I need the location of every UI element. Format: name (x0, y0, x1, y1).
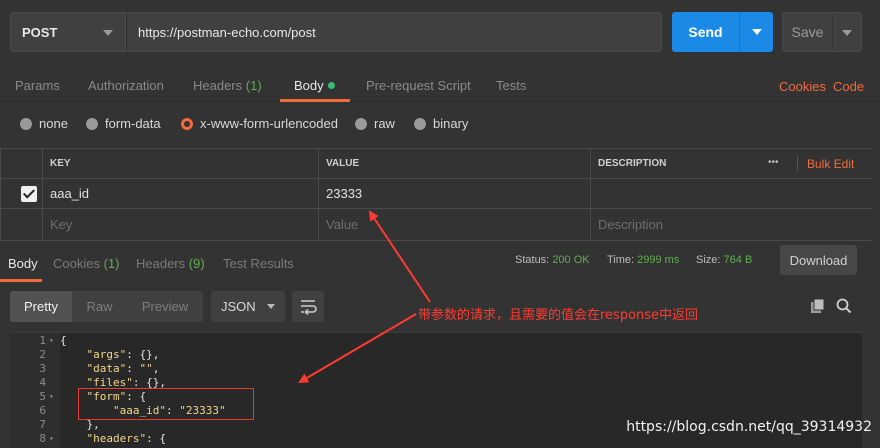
format-select[interactable]: JSON (211, 291, 285, 322)
row-enabled-checkbox[interactable] (21, 185, 37, 202)
params-table: KEY VALUE DESCRIPTION ••• Bulk Edit aaa_… (0, 148, 872, 241)
line-number: 5 (39, 390, 46, 403)
tab-body[interactable]: Body (294, 78, 335, 93)
radio-none[interactable]: none (20, 116, 68, 131)
request-tabs: Params Authorization Headers (1) Body Pr… (0, 66, 880, 102)
response-time: Time: 2999 ms (607, 254, 680, 266)
line-number: 8 (39, 432, 46, 445)
body-active-dot-icon (327, 82, 335, 89)
headers-count: (1) (245, 78, 262, 93)
response-tab-body[interactable]: Body (8, 256, 38, 271)
line-number: 1 (39, 334, 46, 347)
divider (797, 156, 798, 171)
col-key-header: KEY (42, 149, 318, 178)
tab-headers[interactable]: Headers (1) (193, 78, 262, 93)
line-number: 2 (39, 348, 46, 361)
copy-icon[interactable] (810, 298, 826, 314)
value-cell[interactable]: 23333 (318, 179, 590, 208)
send-button[interactable]: Send (672, 12, 773, 52)
table-row: aaa_id 23333 (0, 179, 872, 209)
radio-binary[interactable]: binary (414, 116, 468, 131)
line-number: 3 (39, 362, 46, 375)
request-url-bar: POST https://postman-echo.com/post (10, 12, 662, 52)
chevron-down-icon (752, 29, 762, 35)
save-options-button[interactable] (833, 13, 861, 51)
more-options-icon[interactable]: ••• (768, 157, 779, 168)
col-value-header: VALUE (318, 149, 590, 178)
key-cell[interactable]: aaa_id (42, 179, 318, 208)
size-value: 764 B (723, 254, 753, 266)
download-button[interactable]: Download (780, 245, 857, 275)
search-icon[interactable] (836, 298, 852, 314)
tab-params[interactable]: Params (15, 78, 60, 93)
send-options-button[interactable] (740, 12, 773, 52)
response-size: Size: 764 B (696, 254, 753, 266)
method-label: POST (22, 24, 58, 40)
send-label: Send (672, 12, 740, 52)
view-pretty-button[interactable]: Pretty (10, 291, 72, 322)
url-text: https://postman-echo.com/post (138, 24, 316, 40)
tab-authorization[interactable]: Authorization (88, 78, 164, 93)
active-response-tab-indicator (0, 279, 42, 282)
code-text: { (60, 334, 67, 347)
response-tab-test-results[interactable]: Test Results (223, 256, 294, 271)
time-value: 2999 ms (637, 254, 680, 266)
radio-icon (20, 117, 32, 130)
view-mode-toggle: Pretty Raw Preview (10, 291, 203, 322)
table-header-row: KEY VALUE DESCRIPTION ••• Bulk Edit (0, 149, 872, 179)
code-link[interactable]: Code (833, 79, 864, 94)
radio-icon (355, 117, 367, 130)
method-select[interactable]: POST (10, 12, 126, 52)
table-row-placeholder: Key Value Description (0, 209, 872, 241)
save-button[interactable]: Save (782, 12, 862, 52)
response-tab-headers[interactable]: Headers (9) (136, 256, 205, 271)
response-status: Status: 200 OK (515, 254, 590, 266)
code-text: "data": "", (86, 362, 160, 375)
radio-icon (414, 117, 426, 130)
line-number: 7 (39, 418, 46, 431)
tab-tests[interactable]: Tests (496, 78, 526, 93)
description-input[interactable]: Description (590, 209, 872, 240)
fold-toggle-icon[interactable]: ▾ (49, 334, 54, 348)
view-raw-button[interactable]: Raw (72, 291, 127, 322)
cookies-link[interactable]: Cookies (779, 79, 826, 94)
highlight-box (78, 388, 254, 420)
radio-x-www-form-urlencoded[interactable]: x-www-form-urlencoded (181, 116, 338, 131)
wrap-lines-icon (301, 300, 317, 316)
code-text: "headers": { (86, 432, 166, 445)
code-text: }, (86, 418, 100, 431)
line-number: 4 (39, 376, 46, 389)
key-input[interactable]: Key (42, 209, 318, 240)
radio-raw[interactable]: raw (355, 116, 395, 131)
fold-toggle-icon[interactable]: ▾ (49, 390, 54, 404)
annotation-text: 带参数的请求，且需要的值会在response中返回 (418, 308, 699, 323)
response-tab-cookies[interactable]: Cookies (1) (53, 256, 119, 271)
fold-toggle-icon[interactable]: ▾ (49, 432, 54, 446)
tab-prerequest-script[interactable]: Pre-request Script (366, 78, 471, 93)
status-value: 200 OK (552, 254, 590, 266)
line-number: 6 (39, 404, 46, 417)
radio-selected-icon (181, 117, 193, 130)
active-tab-indicator (280, 99, 350, 102)
code-text: "args": {}, (86, 348, 160, 361)
save-label: Save (783, 13, 833, 51)
watermark: https://blog.csdn.net/qq_39314932 (626, 419, 872, 435)
wrap-lines-button[interactable] (292, 291, 324, 322)
chevron-down-icon (103, 30, 113, 36)
radio-icon (86, 117, 98, 130)
chevron-down-icon (267, 304, 275, 309)
chevron-down-icon (842, 30, 852, 36)
value-input[interactable]: Value (318, 209, 590, 240)
description-cell[interactable] (590, 179, 872, 208)
url-input[interactable]: https://postman-echo.com/post (126, 12, 662, 52)
bulk-edit-link[interactable]: Bulk Edit (807, 157, 854, 171)
radio-form-data[interactable]: form-data (86, 116, 161, 131)
view-preview-button[interactable]: Preview (127, 291, 203, 322)
